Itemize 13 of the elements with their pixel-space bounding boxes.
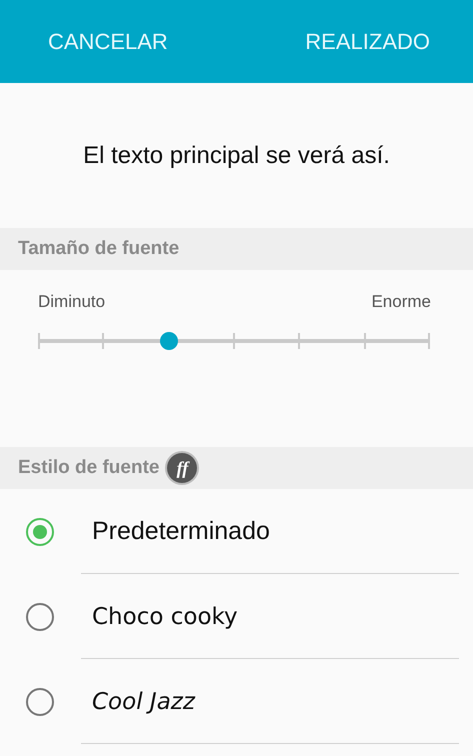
option-label[interactable]: Cool Jazz xyxy=(92,688,195,714)
section-title: Estilo de fuente xyxy=(18,457,160,479)
radio-button[interactable] xyxy=(26,688,54,716)
radio-button[interactable] xyxy=(26,518,54,546)
option-label[interactable]: Choco cooky xyxy=(92,604,238,630)
option-label[interactable]: Predeterminado xyxy=(92,517,270,546)
font-style-icon[interactable]: ff xyxy=(167,453,198,483)
preview-text: El texto principal se verá así. xyxy=(83,142,390,170)
section-title: Tamaño de fuente xyxy=(18,238,180,260)
min-size-label: Diminuto xyxy=(38,292,106,312)
slider-thumb[interactable] xyxy=(160,332,178,350)
radio-button[interactable] xyxy=(26,602,54,630)
max-size-label: Enorme xyxy=(371,292,431,312)
